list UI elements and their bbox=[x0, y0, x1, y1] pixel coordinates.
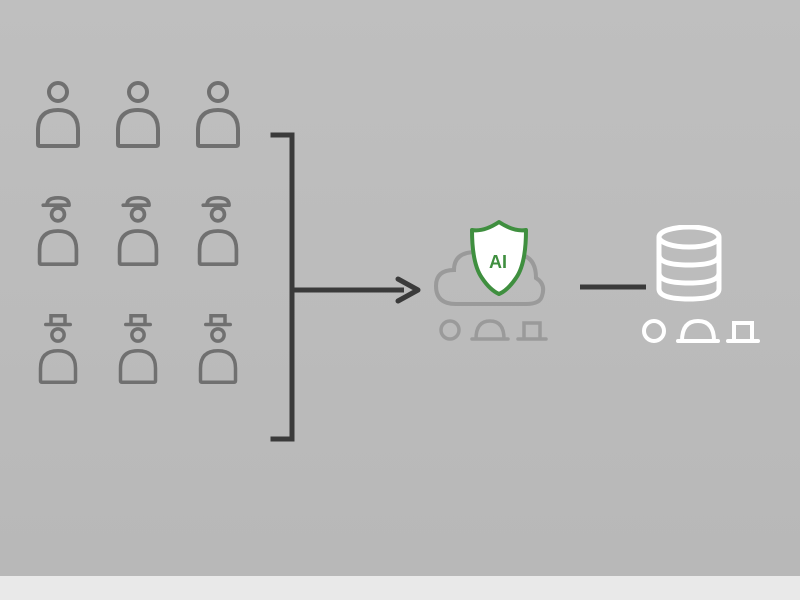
user-plain-icon bbox=[188, 78, 248, 148]
shield-label: AI bbox=[489, 252, 507, 273]
footer-shapes-faded bbox=[438, 315, 548, 345]
user-cap-icon bbox=[188, 196, 248, 266]
user-tophat-icon bbox=[108, 314, 168, 384]
footer-shapes-white bbox=[640, 315, 760, 347]
database-icon bbox=[650, 225, 728, 309]
users-row-plain bbox=[28, 78, 248, 148]
users-grid bbox=[28, 78, 248, 384]
user-plain-icon bbox=[28, 78, 88, 148]
user-tophat-icon bbox=[188, 314, 248, 384]
user-cap-icon bbox=[28, 196, 88, 266]
user-cap-icon bbox=[108, 196, 168, 266]
diagram-canvas: AI bbox=[0, 0, 800, 600]
users-row-cap bbox=[28, 196, 248, 266]
user-tophat-icon bbox=[28, 314, 88, 384]
arrow-right-icon bbox=[286, 275, 426, 305]
user-plain-icon bbox=[108, 78, 168, 148]
connector-line bbox=[578, 282, 648, 292]
users-row-tophat bbox=[28, 314, 248, 384]
